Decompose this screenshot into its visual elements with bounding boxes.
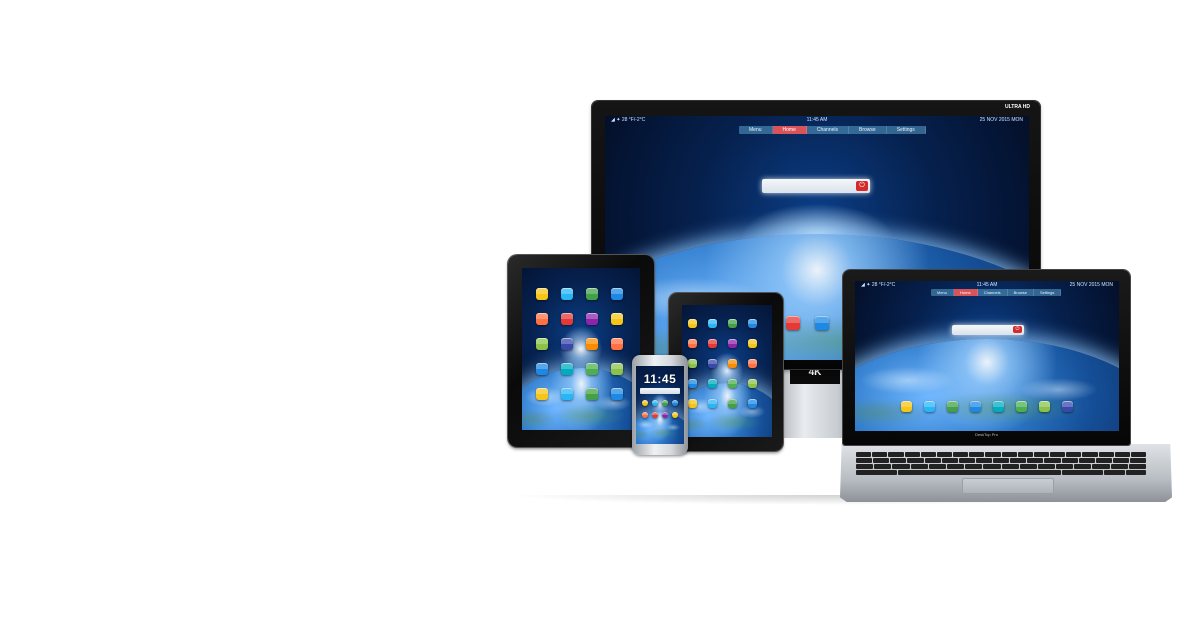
app-icon[interactable] (1039, 401, 1050, 412)
app-icon[interactable] (672, 412, 678, 418)
app-icon[interactable] (688, 399, 697, 408)
app-icon[interactable] (708, 339, 717, 348)
monitor-status-date: 25 NOV 2015 MON (979, 117, 1023, 123)
laptop-status-bar: ◢ ✦ 28 °F/-2°C 11:45 AM 25 NOV 2015 MON (855, 281, 1119, 289)
app-icon[interactable] (748, 379, 757, 388)
devices-scene: 4K ULTRA HD ◢ ✦ 28 °F/-2°C 11:45 AM 25 N… (0, 0, 1200, 632)
app-icon[interactable] (586, 288, 598, 300)
app-icon[interactable] (611, 388, 623, 400)
app-icon[interactable] (748, 359, 757, 368)
globe-icon[interactable] (815, 316, 829, 330)
monitor-badge: ULTRA HD (1005, 104, 1030, 110)
app-icon[interactable] (728, 359, 737, 368)
app-icon[interactable] (1016, 401, 1027, 412)
tablet-small-screen (682, 305, 772, 437)
app-icon[interactable] (561, 288, 573, 300)
app-icon[interactable] (586, 363, 598, 375)
app-icon[interactable] (586, 313, 598, 325)
monitor-status-bar: ◢ ✦ 28 °F/-2°C 11:45 AM 25 NOV 2015 MON (605, 116, 1029, 124)
app-icon[interactable] (536, 313, 548, 325)
laptop-menu-item-home[interactable]: Home (954, 289, 978, 296)
app-icon[interactable] (688, 379, 697, 388)
app-icon[interactable] (611, 363, 623, 375)
monitor-menu-item-settings[interactable]: Settings (886, 126, 926, 134)
phone-screen: 11:45 (636, 366, 684, 444)
power-icon[interactable]: ⏻ (856, 181, 868, 191)
app-icon[interactable] (611, 338, 623, 350)
app-icon[interactable] (561, 313, 573, 325)
app-icon[interactable] (536, 338, 548, 350)
app-icon[interactable] (672, 400, 678, 406)
app-icon[interactable] (728, 339, 737, 348)
earth-image (855, 339, 1119, 431)
earth-image (682, 383, 772, 437)
laptop-screen: ◢ ✦ 28 °F/-2°C 11:45 AM 25 NOV 2015 MON … (855, 281, 1119, 431)
app-icon[interactable] (586, 338, 598, 350)
app-icon[interactable] (728, 379, 737, 388)
app-icon[interactable] (561, 388, 573, 400)
app-icon[interactable] (748, 339, 757, 348)
app-icon[interactable] (708, 379, 717, 388)
app-icon[interactable] (642, 412, 648, 418)
app-icon[interactable] (728, 319, 737, 328)
laptop-status-weather: ◢ ✦ 28 °F/-2°C (861, 282, 896, 288)
laptop-status-date: 25 NOV 2015 MON (1069, 282, 1113, 288)
app-icon[interactable] (536, 288, 548, 300)
app-icon[interactable] (947, 401, 958, 412)
app-icon[interactable] (611, 288, 623, 300)
app-icon[interactable] (662, 412, 668, 418)
app-icon[interactable] (688, 359, 697, 368)
monitor-status-weather: ◢ ✦ 28 °F/-2°C (611, 117, 646, 123)
monitor-menu-bar: Menu Home Channels Browse Settings (739, 126, 926, 134)
app-icon[interactable] (901, 401, 912, 412)
laptop-menu-item-menu[interactable]: Menu (931, 289, 955, 296)
tablet-large-screen (522, 268, 640, 430)
monitor-menu-item-menu[interactable]: Menu (739, 126, 773, 134)
app-icon[interactable] (993, 401, 1004, 412)
app-icon[interactable] (561, 363, 573, 375)
app-icon[interactable] (708, 359, 717, 368)
monitor-search-bar[interactable]: ⏻ (762, 179, 870, 193)
app-icon[interactable] (586, 388, 598, 400)
app-icon[interactable] (536, 388, 548, 400)
laptop-menu-item-browse[interactable]: Browse (1007, 289, 1034, 296)
monitor-menu-item-channels[interactable]: Channels (806, 126, 849, 134)
app-icon[interactable] (652, 400, 658, 406)
phone-clock: 11:45 (643, 372, 677, 386)
app-icon[interactable] (708, 319, 717, 328)
app-icon[interactable] (662, 400, 668, 406)
app-icon[interactable] (708, 399, 717, 408)
monitor-status-time: 11:45 AM (806, 117, 828, 123)
app-icon[interactable] (1062, 401, 1073, 412)
laptop-menu-item-settings[interactable]: Settings (1033, 289, 1062, 296)
phone-search-bar[interactable] (640, 388, 680, 394)
app-icon[interactable] (748, 399, 757, 408)
power-icon[interactable]: ⏻ (1013, 326, 1022, 333)
app-icon[interactable] (561, 338, 573, 350)
app-icon[interactable] (652, 412, 658, 418)
laptop-menu-bar: Menu Home Channels Browse Settings (931, 289, 1062, 296)
app-icon[interactable] (536, 363, 548, 375)
app-icon[interactable] (970, 401, 981, 412)
monitor-menu-item-browse[interactable]: Browse (849, 126, 887, 134)
home-icon[interactable] (786, 316, 800, 330)
laptop-keyboard (856, 452, 1147, 476)
app-icon[interactable] (688, 339, 697, 348)
laptop-brand: DeskTop Pro (975, 432, 998, 437)
app-icon[interactable] (642, 400, 648, 406)
monitor-menu-item-home[interactable]: Home (772, 126, 807, 134)
laptop-status-time: 11:45 AM (976, 282, 998, 288)
app-icon[interactable] (748, 319, 757, 328)
laptop-search-bar[interactable]: ⏻ (952, 325, 1024, 335)
app-icon[interactable] (728, 399, 737, 408)
laptop-touchpad (962, 478, 1054, 494)
app-icon[interactable] (924, 401, 935, 412)
app-icon[interactable] (611, 313, 623, 325)
laptop-menu-item-channels[interactable]: Channels (977, 289, 1008, 296)
app-icon[interactable] (688, 319, 697, 328)
